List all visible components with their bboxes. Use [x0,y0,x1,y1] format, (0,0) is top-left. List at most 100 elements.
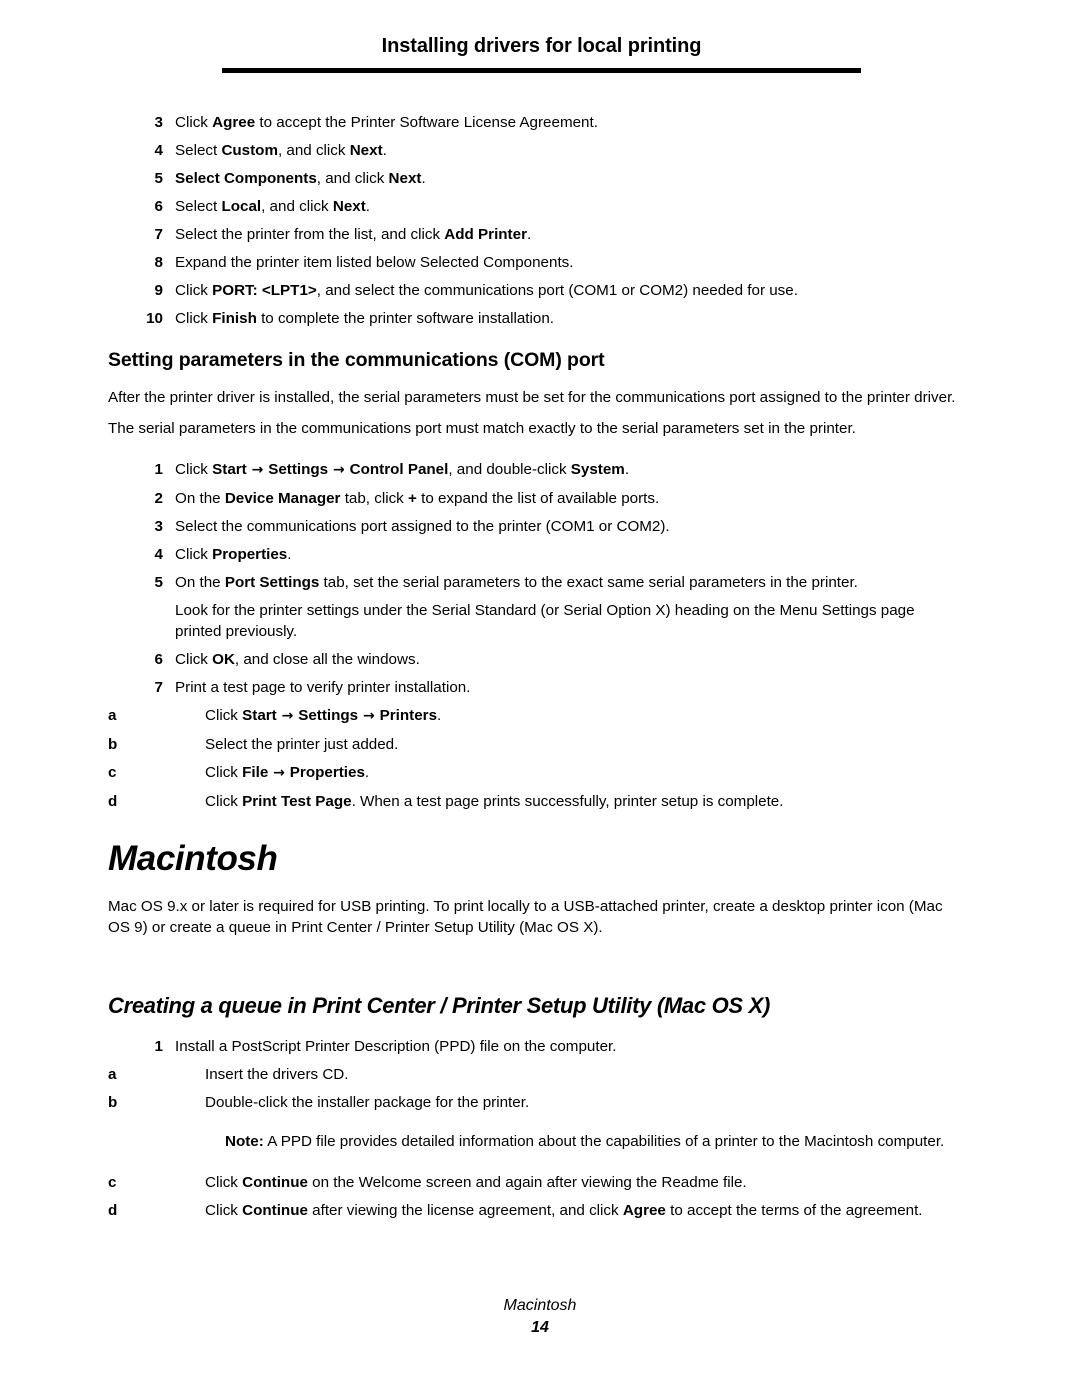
com-step5-continuation: Look for the printer settings under the … [175,602,915,640]
text-run: Click [175,282,213,299]
item-number: 3 [154,518,163,535]
macintosh-substeps-cd: c Click Continue on the Welcome screen an… [108,1172,964,1221]
text-run: Select the printer just added. [205,736,399,753]
list-item: 8 Expand the printer item listed below Se… [108,252,964,273]
text-run: Click [205,793,243,810]
page-footer: Macintosh 14 [0,1295,1080,1339]
text-run: Click [175,546,213,563]
text-run: , and click [277,142,350,159]
com-intro-paragraph-2: The serial parameters in the communicati… [108,420,856,437]
item-text: Click OK, and close all the windows. [175,649,964,670]
item-number: 7 [154,226,163,243]
emphasis-text: Next [349,142,383,159]
text-run: . [437,707,442,724]
text-run: Select [175,142,222,159]
list-item: 5 On the Port Settings tab, set the seria… [108,572,964,593]
text-run: tab, set the serial parameters to the ex… [319,574,858,591]
text-run: . [287,546,292,563]
list-item: 1 Install a PostScript Printer Descriptio… [108,1036,964,1057]
item-text: Select the communications port assigned … [175,516,964,537]
text-run: Click [205,1202,243,1219]
item-text: Click PORT: <LPT1>, and select the commu… [175,280,964,301]
macintosh-steps-list: 1 Install a PostScript Printer Descriptio… [108,1036,964,1057]
emphasis-text: Settings [268,461,329,478]
item-number: 5 [154,170,163,187]
emphasis-text: Continue [242,1202,308,1219]
item-text: Insert the drivers CD. [205,1064,964,1085]
text-run: Expand the printer item listed below Sel… [175,254,574,271]
emphasis-text: File [242,764,269,781]
list-item: 4 Click Properties. [108,544,964,565]
item-text: Select Local, and click Next. [175,196,964,217]
subitem-letter: c [108,1174,117,1191]
emphasis-text: Continue [242,1174,308,1191]
text-run: . When a test page prints successfully, … [351,793,784,810]
list-item: 6 Click OK, and close all the windows. [108,649,964,670]
list-item: 5 Select Components, and click Next. [108,168,964,189]
list-subitem: a Insert the drivers CD. [108,1064,964,1085]
subitem-letter: a [108,1066,117,1083]
emphasis-text: Port Settings [224,574,320,591]
text-run: to complete the printer software install… [256,310,554,327]
text-run: . [624,461,630,478]
emphasis-text: Control Panel [349,461,449,478]
emphasis-text: Start [242,707,277,724]
header-divider-rule [222,68,861,73]
subitem-letter: d [108,793,118,810]
com-steps-list: 1 Click Start → Settings → Control Panel,… [108,459,964,593]
emphasis-text: PORT: <LPT1> [212,282,317,299]
list-item: 10 Click Finish to complete the printer s… [108,308,964,329]
macintosh-intro-paragraph: Mac OS 9.x or later is required for USB … [108,898,943,936]
item-number: 4 [154,142,163,159]
emphasis-text: System [570,461,625,478]
list-item: 3 Select the communications port assigned… [108,516,964,537]
item-text: Print a test page to verify printer inst… [175,677,964,698]
heading-macintosh-chapter: Macintosh [108,839,278,878]
list-item: 6 Select Local, and click Next. [108,196,964,217]
item-number: 1 [154,461,163,478]
text-run: Click [205,707,243,724]
text-run: Click [205,764,243,781]
list-item: 9 Click PORT: <LPT1>, and select the comm… [108,280,964,301]
emphasis-text: Local [221,198,262,215]
subitem-letter: b [108,736,118,753]
list-item: 7 Select the printer from the list, and c… [108,224,964,245]
text-run: Install a PostScript Printer Description… [175,1038,617,1055]
list-item: 7 Print a test page to verify printer ins… [108,677,964,698]
text-run: tab, click [340,490,408,507]
text-run: Click [175,310,213,327]
item-text: Expand the printer item listed below Sel… [175,252,964,273]
emphasis-text: Print Test Page [242,793,352,810]
list-item: 2 On the Device Manager tab, click + to e… [108,488,964,509]
arrow-icon: → [358,708,380,724]
item-text: Double-click the installer package for t… [205,1092,964,1113]
heading-com-port: Setting parameters in the communications… [108,349,605,371]
item-number: 4 [154,546,163,563]
item-text: Click Start → Settings → Printers. [205,705,964,727]
emphasis-text: Add Printer [444,226,527,243]
list-subitem: c Click File → Properties. [108,762,964,784]
text-run: , and click [261,198,333,215]
text-run: A PPD file provides detailed information… [263,1133,945,1150]
macintosh-ppd-note: Note: A PPD file provides detailed infor… [225,1131,964,1152]
arrow-icon: → [246,462,269,478]
emphasis-text: Next [332,198,366,215]
text-run: , and double-click [448,461,571,478]
list-subitem: c Click Continue on the Welcome screen an… [108,1172,964,1193]
text-run: , and select the communications port (CO… [316,282,798,299]
text-run: . [526,226,532,243]
item-text: On the Port Settings tab, set the serial… [175,572,964,593]
item-text: Select Custom, and click Next. [175,140,964,161]
text-run: . [421,170,426,187]
item-text: On the Device Manager tab, click + to ex… [175,488,964,509]
item-number: 9 [154,282,163,299]
item-number: 1 [154,1038,163,1055]
item-number: 7 [154,679,163,696]
item-text: Click File → Properties. [205,762,964,784]
footer-section-title: Macintosh [503,1297,577,1314]
page-content: 3 Click Agree to accept the Printer Softw… [108,112,964,1228]
emphasis-text: + [408,490,417,507]
text-run: Insert the drivers CD. [205,1066,349,1083]
macintosh-substeps-ab: a Insert the drivers CD. b Double-click the… [108,1064,964,1113]
arrow-icon: → [328,462,350,478]
